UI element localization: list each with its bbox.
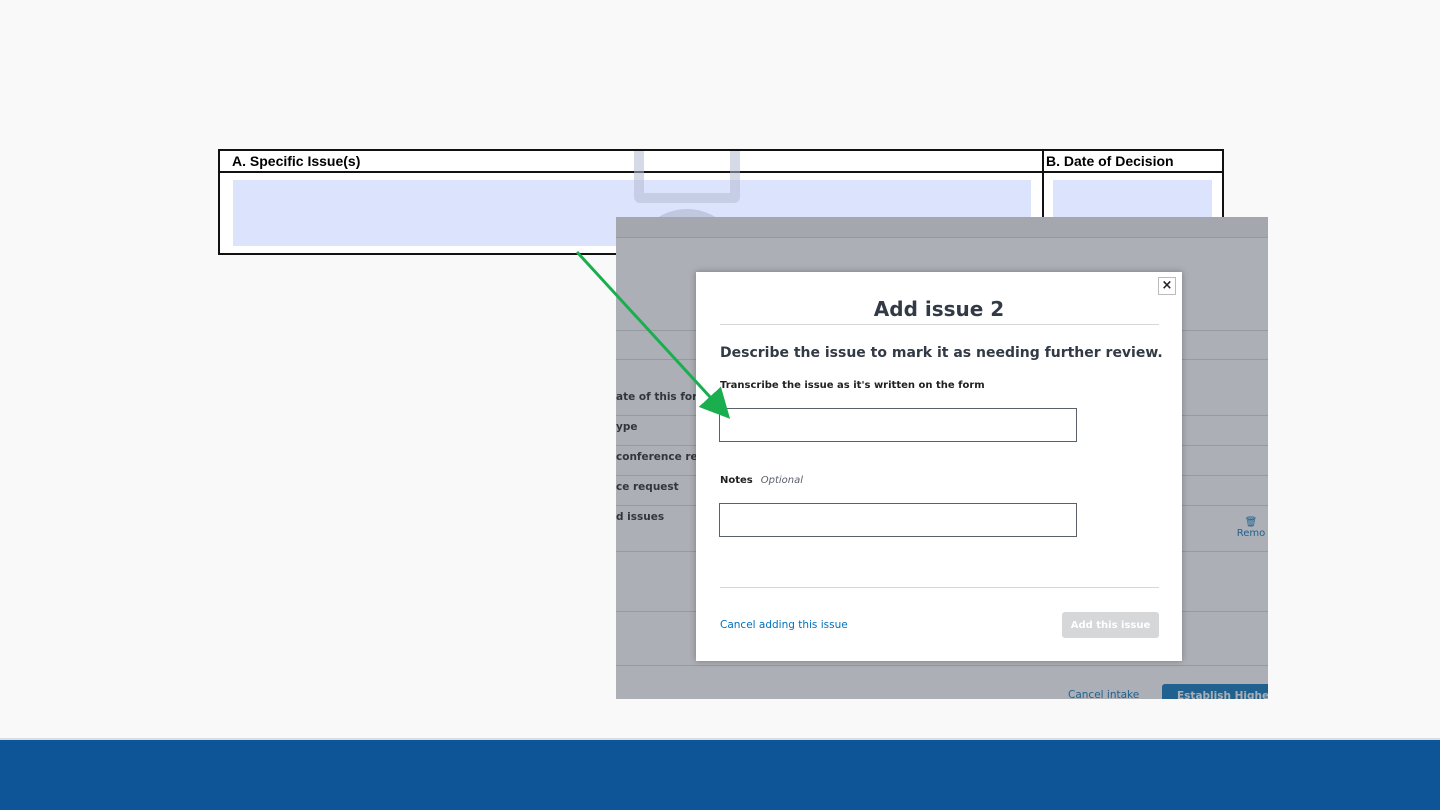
footer-band: [0, 740, 1440, 810]
modal-divider: [720, 587, 1159, 588]
transcribe-label: Transcribe the issue as it's written on …: [720, 380, 985, 391]
add-issue-modal: × Add issue 2 Describe the issue to mark…: [696, 272, 1182, 661]
cancel-adding-issue-link[interactable]: Cancel adding this issue: [720, 619, 848, 631]
modal-divider: [720, 324, 1159, 325]
modal-title: Add issue 2: [873, 297, 1005, 321]
optional-label: Optional: [760, 475, 804, 486]
modal-description: Describe the issue to mark it as needing…: [720, 345, 1163, 361]
notes-input[interactable]: [719, 503, 1077, 537]
notes-label: Notes: [720, 475, 753, 486]
specific-issue-header: A. Specific Issue(s): [220, 151, 1044, 173]
notes-label-row: Notes Optional: [720, 475, 803, 486]
add-this-issue-button[interactable]: Add this issue: [1062, 612, 1159, 638]
close-icon[interactable]: ×: [1158, 277, 1176, 295]
date-of-decision-header: B. Date of Decision: [1044, 151, 1222, 173]
transcribe-issue-input[interactable]: [719, 408, 1077, 442]
